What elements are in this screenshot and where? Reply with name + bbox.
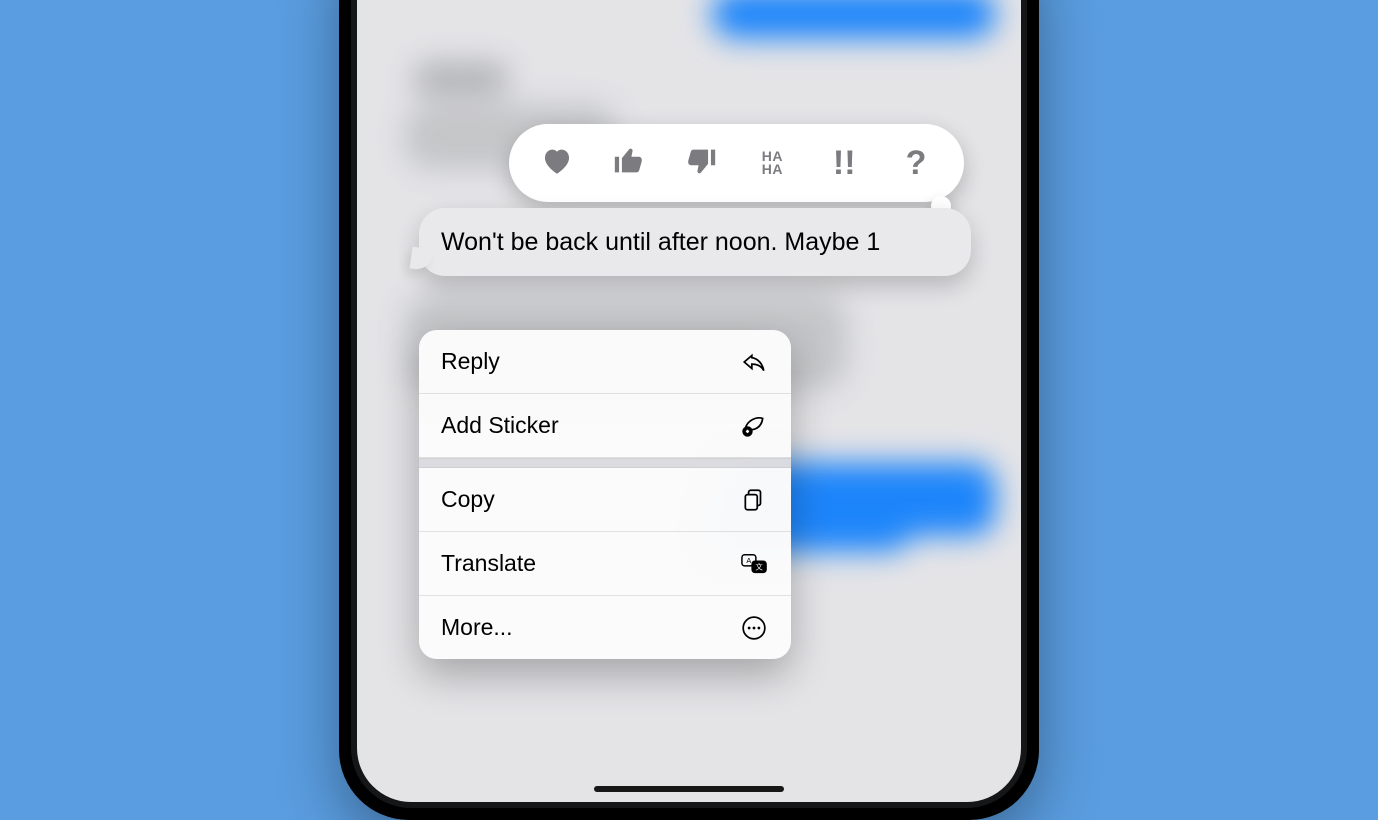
- context-menu: Reply Add Sticker: [419, 330, 791, 659]
- menu-item-copy[interactable]: Copy: [419, 468, 791, 532]
- copy-icon: [739, 487, 769, 513]
- heart-icon: [540, 144, 574, 183]
- menu-item-label: Add Sticker: [441, 412, 559, 439]
- menu-item-reply[interactable]: Reply: [419, 330, 791, 394]
- tapback-thumbs-up[interactable]: [605, 139, 653, 187]
- menu-item-label: Copy: [441, 486, 495, 513]
- thumbs-down-icon: [684, 144, 718, 183]
- tapback-haha[interactable]: HAHA: [748, 139, 796, 187]
- home-indicator[interactable]: [594, 786, 784, 792]
- sticker-icon: [739, 413, 769, 439]
- screen: HAHA !! ? Won't be back until after noon…: [357, 0, 1021, 802]
- tapback-question[interactable]: ?: [892, 139, 940, 187]
- menu-item-add-sticker[interactable]: Add Sticker: [419, 394, 791, 458]
- thumbs-up-icon: [612, 144, 646, 183]
- menu-item-label: Translate: [441, 550, 536, 577]
- question-icon: ?: [906, 144, 927, 183]
- haha-icon: HAHA: [762, 150, 783, 176]
- message-text: Won't be back until after noon. Maybe 1: [441, 228, 880, 256]
- menu-item-translate[interactable]: Translate A 文: [419, 532, 791, 596]
- translate-icon: A 文: [739, 551, 769, 577]
- tapback-thumbs-down[interactable]: [677, 139, 725, 187]
- tapback-exclaim[interactable]: !!: [820, 139, 868, 187]
- menu-item-label: More...: [441, 614, 513, 641]
- tapback-bar: HAHA !! ?: [509, 124, 964, 202]
- ellipsis-icon: [739, 615, 769, 641]
- exclaim-icon: !!: [833, 144, 856, 183]
- selected-message-bubble[interactable]: Won't be back until after noon. Maybe 1: [419, 208, 971, 276]
- phone-frame: HAHA !! ? Won't be back until after noon…: [339, 0, 1039, 820]
- svg-text:A: A: [746, 556, 751, 565]
- svg-text:文: 文: [755, 561, 763, 571]
- menu-item-more[interactable]: More...: [419, 596, 791, 659]
- tapback-heart[interactable]: [533, 139, 581, 187]
- reply-icon: [739, 349, 769, 375]
- phone-inner-frame: HAHA !! ? Won't be back until after noon…: [351, 0, 1027, 808]
- menu-item-label: Reply: [441, 348, 500, 375]
- menu-separator: [419, 458, 791, 468]
